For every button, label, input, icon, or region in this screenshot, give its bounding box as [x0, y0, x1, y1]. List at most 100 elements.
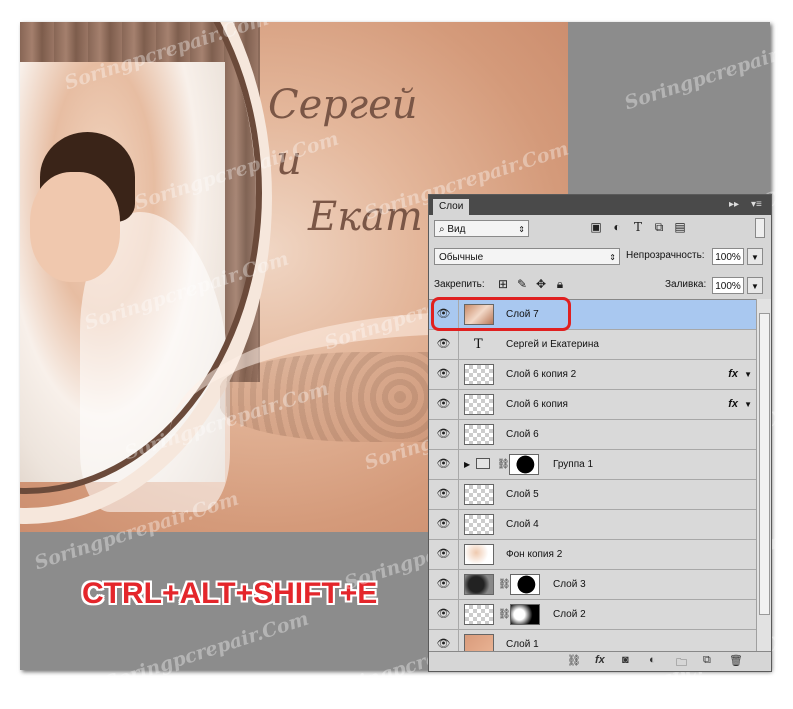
name-line-3: Екат: [308, 194, 423, 240]
layer-row[interactable]: 👁︎ Слой 6 копия 2 fx ▼: [429, 360, 756, 390]
layer-row[interactable]: 👁︎ ⛓︎ Слой 2: [429, 600, 756, 630]
add-mask-icon[interactable]: ◙: [622, 654, 629, 666]
layer-thumbnail: [464, 514, 494, 535]
eye-icon[interactable]: 👁︎: [429, 630, 459, 652]
opacity-label: Непрозрачность:: [626, 250, 705, 261]
fx-icon[interactable]: fx: [728, 360, 738, 389]
layer-name: Группа 1: [553, 459, 594, 470]
lock-all-icon[interactable]: 🔒︎: [553, 277, 567, 291]
trash-icon[interactable]: 🗑︎: [729, 654, 743, 667]
layer-name: Слой 6: [506, 429, 539, 440]
tab-layers[interactable]: Слои: [433, 199, 470, 215]
layer-name: Фон копия 2: [506, 549, 563, 560]
fill-input[interactable]: 100%: [712, 277, 744, 294]
opacity-input[interactable]: 100%: [712, 248, 744, 265]
adjustment-filter-icon[interactable]: ◐: [610, 220, 624, 234]
filter-row: ⌕ Вид ⇕ ▣ ◐ T ⧉ ▤: [429, 215, 771, 243]
scrollbar-thumb[interactable]: [759, 313, 770, 615]
layers-toolbar: ⛓︎ fx ◙ ◐ 🗀︎ ⧉ 🗑︎: [429, 651, 771, 671]
panel-tab-bar: Слои ▸▸ ▾≡: [429, 195, 771, 215]
layer-thumbnail: [464, 604, 494, 625]
layer-row[interactable]: 👁︎ Слой 6: [429, 420, 756, 450]
panel-menu-icon[interactable]: ▾≡: [751, 199, 762, 210]
eye-icon[interactable]: 👁︎: [429, 360, 459, 389]
layer-thumbnail: [464, 574, 494, 595]
layer-name: Слой 1: [506, 639, 539, 650]
blend-mode-select[interactable]: Обычные ⇕: [434, 248, 620, 265]
updown-arrows-icon: ⇕: [518, 225, 525, 234]
layer-row[interactable]: 👁︎ ⛓︎ Слой 3: [429, 570, 756, 600]
fx-icon[interactable]: fx: [728, 390, 738, 419]
layer-name: Слой 5: [506, 489, 539, 500]
fill-dropdown-icon[interactable]: ▼: [747, 277, 763, 294]
layers-scrollbar[interactable]: [756, 299, 771, 651]
new-group-icon[interactable]: 🗀︎: [676, 654, 687, 673]
link-icon[interactable]: ⛓︎: [497, 450, 510, 479]
eye-icon[interactable]: 👁︎: [429, 600, 459, 629]
smart-object-filter-icon[interactable]: ▤: [673, 220, 687, 234]
names-script: Сергей и Екат: [268, 77, 423, 245]
expand-effects-icon[interactable]: ▼: [744, 360, 752, 389]
layer-row[interactable]: 👁︎ T Сергей и Екатерина: [429, 330, 756, 360]
layer-row[interactable]: 👁︎ Слой 5: [429, 480, 756, 510]
name-line-2: и: [276, 138, 302, 184]
fill-label: Заливка:: [665, 279, 707, 290]
layers-panel: Слои ▸▸ ▾≡ ⌕ Вид ⇕ ▣ ◐ T ⧉ ▤ Обычные ⇕ Н…: [428, 194, 772, 672]
name-line-1: Сергей: [268, 82, 418, 128]
layer-mask-thumbnail[interactable]: [510, 574, 540, 595]
layer-thumbnail: [464, 544, 494, 565]
layer-thumbnail: [464, 634, 494, 652]
layer-thumbnail: [464, 484, 494, 505]
lock-brush-icon[interactable]: ✎: [515, 277, 529, 291]
layer-thumbnail: [464, 394, 494, 415]
pixel-filter-icon[interactable]: ▣: [589, 220, 603, 234]
layer-row[interactable]: 👁︎ Слой 4: [429, 510, 756, 540]
layer-row[interactable]: 👁︎ Фон копия 2: [429, 540, 756, 570]
type-filter-icon[interactable]: T: [631, 220, 645, 234]
layer-row[interactable]: 👁︎ ▶ ⛓︎ Группа 1: [429, 450, 756, 480]
shortcut-caption: CTRL+ALT+SHIFT+E: [82, 577, 378, 610]
eye-icon[interactable]: 👁︎: [429, 570, 459, 599]
layer-mask-thumbnail[interactable]: [509, 454, 539, 475]
folder-icon: [476, 458, 490, 469]
lock-transparency-icon[interactable]: ⊞: [496, 277, 510, 291]
link-icon[interactable]: ⛓︎: [498, 570, 511, 599]
lock-move-icon[interactable]: ✥: [534, 277, 548, 291]
lock-row: Закрепить: ⊞ ✎ ✥ 🔒︎ Заливка: 100% ▼: [429, 271, 771, 299]
eye-icon[interactable]: 👁︎: [429, 510, 459, 539]
link-icon[interactable]: ⛓︎: [498, 600, 511, 629]
text-layer-icon: T: [474, 337, 483, 352]
layer-row[interactable]: 👁︎ Слой 6 копия fx ▼: [429, 390, 756, 420]
link-layers-icon[interactable]: ⛓︎: [567, 654, 581, 667]
layer-thumbnail: [464, 364, 494, 385]
eye-icon[interactable]: 👁︎: [429, 390, 459, 419]
updown-arrows-icon: ⇕: [609, 253, 616, 262]
layer-name: Слой 3: [553, 579, 586, 590]
expand-group-icon[interactable]: ▶: [464, 450, 470, 479]
filter-kind-value: Вид: [447, 224, 466, 235]
shape-filter-icon[interactable]: ⧉: [652, 220, 666, 234]
eye-icon[interactable]: 👁︎: [429, 300, 459, 329]
new-adjustment-icon[interactable]: ◐: [649, 654, 656, 666]
layer-name: Слой 6 копия 2: [506, 369, 577, 380]
new-layer-icon[interactable]: ⧉: [703, 654, 711, 667]
layer-name: Слой 2: [553, 609, 586, 620]
filter-kind-select[interactable]: ⌕ Вид ⇕: [434, 220, 529, 237]
filter-toggle[interactable]: [755, 218, 765, 238]
layer-row[interactable]: 👁︎ Слой 1: [429, 630, 756, 652]
layer-mask-thumbnail[interactable]: [510, 604, 540, 625]
opacity-dropdown-icon[interactable]: ▼: [747, 248, 763, 265]
expand-effects-icon[interactable]: ▼: [744, 390, 752, 419]
eye-icon[interactable]: 👁︎: [429, 480, 459, 509]
blend-row: Обычные ⇕ Непрозрачность: 100% ▼: [429, 243, 771, 271]
layer-thumbnail: [464, 304, 494, 325]
eye-icon[interactable]: 👁︎: [429, 330, 459, 359]
eye-icon[interactable]: 👁︎: [429, 420, 459, 449]
eye-icon[interactable]: 👁︎: [429, 540, 459, 569]
layers-list: 👁︎ Слой 7 👁︎ T Сергей и Екатерина 👁︎ Сло…: [429, 299, 756, 652]
add-style-icon[interactable]: fx: [595, 654, 605, 666]
layer-name: Слой 7: [506, 309, 539, 320]
eye-icon[interactable]: 👁︎: [429, 450, 459, 479]
collapse-panel-icon[interactable]: ▸▸: [729, 199, 739, 210]
layer-row[interactable]: 👁︎ Слой 7: [429, 300, 756, 330]
